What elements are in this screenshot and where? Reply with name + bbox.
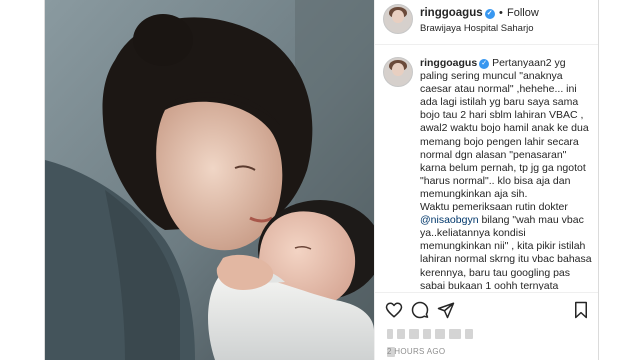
photo-mother-and-newborn	[45, 0, 374, 360]
avatar-face	[392, 10, 404, 23]
author-avatar[interactable]	[383, 4, 413, 34]
action-bar: 2 HOURS AGO	[375, 292, 598, 360]
post-sidebar: ringgoagus ✓ • Follow Brawijaya Hospital …	[374, 0, 598, 360]
bookmark-icon[interactable]	[573, 301, 589, 324]
follow-button[interactable]: Follow	[507, 7, 539, 19]
caption-username[interactable]: ringgoagus	[420, 57, 477, 69]
blur-block	[387, 329, 393, 339]
heart-icon[interactable]	[385, 301, 403, 324]
post-header: ringgoagus ✓ • Follow Brawijaya Hospital …	[375, 0, 598, 45]
post-timestamp[interactable]: 2 HOURS AGO	[387, 347, 445, 356]
caption-verified-icon: ✓	[479, 59, 490, 69]
caption-text-part-1: Pertanyaan2 yg paling sering muncul "ana…	[420, 57, 589, 200]
instagram-post: ringgoagus ✓ • Follow Brawijaya Hospital …	[44, 0, 599, 360]
post-caption: ringgoagus ✓ Pertanyaan2 yg paling sering…	[420, 57, 592, 290]
caption-area: ringgoagus ✓ Pertanyaan2 yg paling sering…	[375, 45, 598, 290]
caption-avatar-face	[392, 63, 404, 76]
verified-badge-icon: ✓	[484, 9, 495, 19]
share-icon[interactable]	[437, 301, 455, 324]
caption-mention-link[interactable]: @nisaobgyn	[420, 214, 479, 226]
location-link[interactable]: Brawijaya Hospital Saharjo	[420, 23, 534, 34]
header-username[interactable]: ringgoagus ✓	[420, 7, 495, 19]
caption-text-part-2a: Waktu pemeriksaan rutin dokter	[420, 201, 568, 214]
likes-count-blurred[interactable]	[387, 326, 483, 357]
blur-block	[465, 329, 473, 339]
blur-block	[397, 329, 405, 339]
post-photo[interactable]	[45, 0, 374, 360]
header-username-text[interactable]: ringgoagus	[420, 7, 483, 19]
blur-block	[435, 329, 445, 339]
blur-block	[449, 329, 461, 339]
blur-block	[423, 329, 431, 339]
follow-separator: •	[499, 7, 503, 19]
comment-icon[interactable]	[411, 301, 429, 324]
blur-block	[409, 329, 419, 339]
caption-author-avatar[interactable]	[383, 57, 413, 87]
